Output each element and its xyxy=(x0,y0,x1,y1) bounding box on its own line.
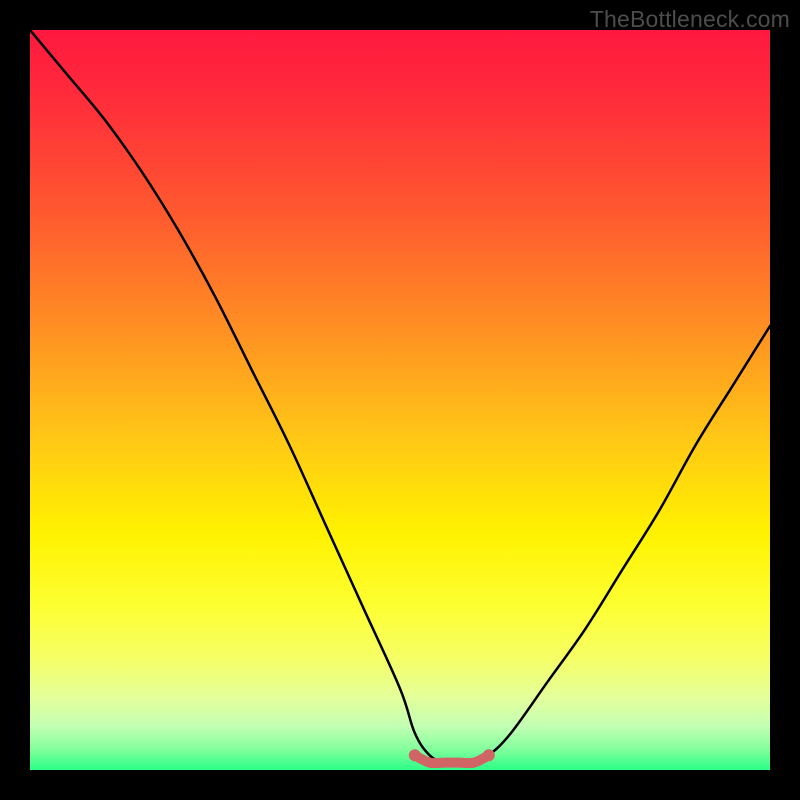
bottleneck-curve xyxy=(30,30,770,763)
curve-layer xyxy=(30,30,770,770)
plot-area xyxy=(30,30,770,770)
watermark-text: TheBottleneck.com xyxy=(590,6,790,33)
flat-segment-dot-right xyxy=(483,749,495,761)
flat-segment xyxy=(415,755,489,763)
flat-segment-dot-left xyxy=(409,749,421,761)
chart-frame: TheBottleneck.com xyxy=(0,0,800,800)
